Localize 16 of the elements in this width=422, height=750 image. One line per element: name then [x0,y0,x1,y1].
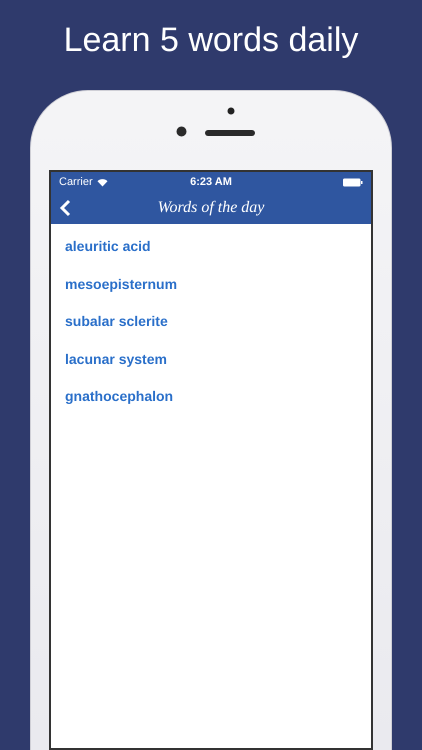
status-time: 6:23 AM [190,174,232,190]
word-link[interactable]: mesoepisternum [65,274,178,295]
nav-title: Words of the day [158,198,264,218]
speaker-icon [205,130,255,136]
camera-icon [227,107,235,115]
word-link[interactable]: aleuritic acid [65,236,151,258]
battery-icon [343,178,363,186]
word-link[interactable]: gnathocephalon [65,386,174,408]
camera-icon [176,126,187,137]
word-link[interactable]: subalar sclerite [65,311,168,332]
wifi-icon [96,178,108,186]
back-button[interactable] [57,197,73,219]
carrier-label: Carrier [59,174,93,190]
back-icon [59,199,71,217]
word-link[interactable]: lacunar system [65,348,167,370]
headline: Learn 5 words daily [62,20,360,61]
